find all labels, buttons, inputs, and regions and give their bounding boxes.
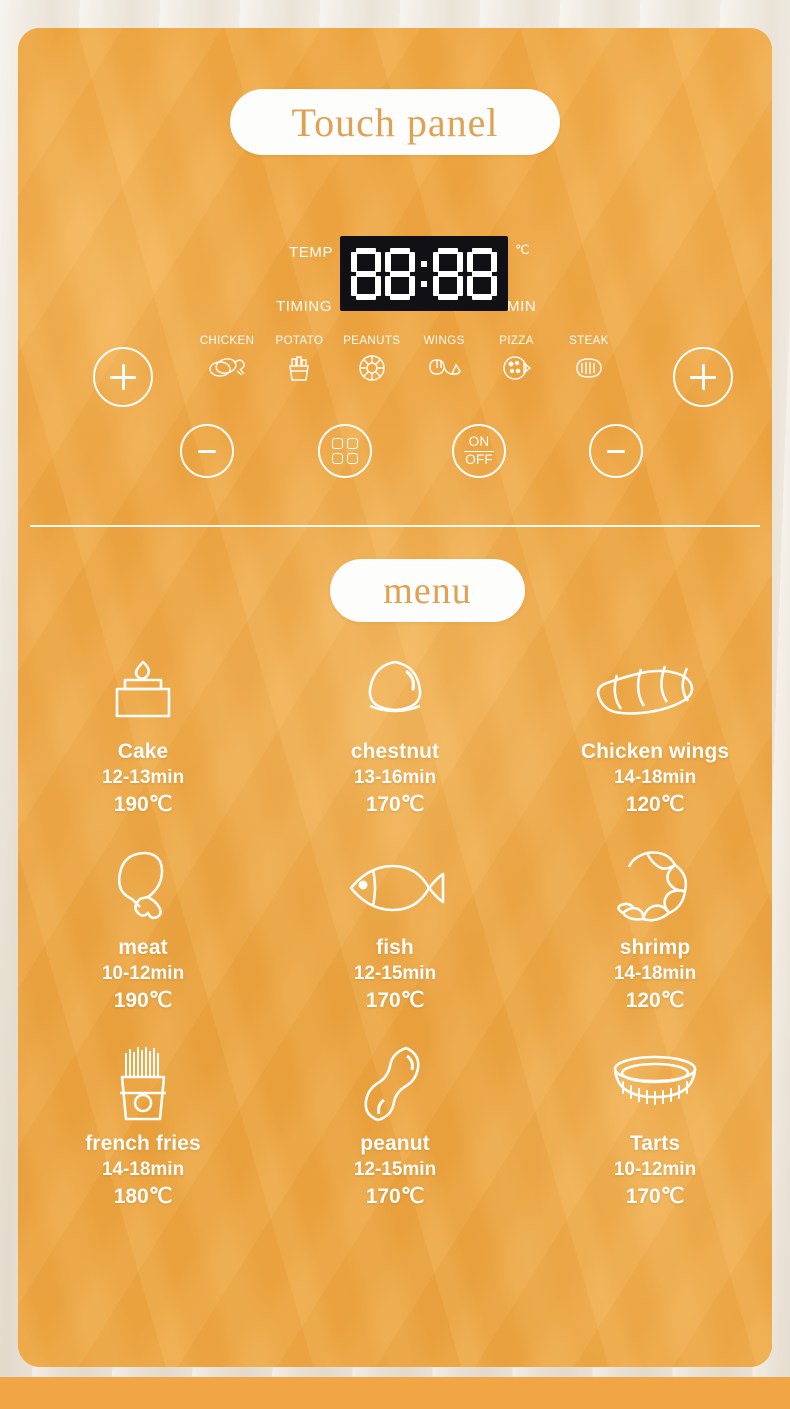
menu-item-meat[interactable]: meat 10-12min 190℃: [20, 844, 266, 1013]
menu-item-temp: 170℃: [365, 1185, 425, 1208]
mode-steak[interactable]: STEAK: [555, 335, 623, 397]
bottom-accent-bar: [0, 1377, 790, 1409]
plus-icon: [690, 364, 716, 390]
time-decrease-button[interactable]: [589, 424, 643, 478]
minus-icon: [603, 438, 629, 464]
pizza-icon: [495, 353, 539, 383]
menu-item-cake[interactable]: Cake 12-13min 190℃: [20, 648, 266, 817]
mode-peanuts[interactable]: PEANUTS: [338, 335, 406, 397]
celsius-unit-label: ℃: [515, 242, 531, 257]
menu-item-shrimp[interactable]: shrimp 14-18min 120℃: [532, 844, 772, 1013]
timing-label: TIMING: [276, 298, 333, 315]
mode-pizza-label: PIZZA: [499, 335, 534, 347]
menu-item-name: shrimp: [619, 936, 691, 959]
menu-item-time: 14-18min: [613, 963, 697, 984]
mode-chicken[interactable]: CHICKEN: [193, 335, 261, 397]
menu-item-fish[interactable]: fish 12-15min 170℃: [272, 844, 518, 1013]
led-colon: [419, 248, 429, 300]
menu-item-name: french fries: [85, 1132, 201, 1155]
peanut-icon: [362, 1040, 428, 1128]
power-icon: ON OFF: [464, 435, 494, 467]
led-digit-2: [385, 247, 415, 300]
mode-peanuts-label: PEANUTS: [343, 335, 401, 347]
cake-icon: [105, 648, 181, 736]
french-fries-icon: [108, 1040, 178, 1128]
power-button[interactable]: ON OFF: [452, 424, 506, 478]
mode-chicken-label: CHICKEN: [199, 335, 255, 347]
menu-item-chestnut[interactable]: chestnut 13-16min 170℃: [272, 648, 518, 817]
section-divider: [30, 525, 760, 527]
menu-item-name: peanut: [360, 1132, 430, 1155]
menu-item-name: fish: [376, 936, 414, 959]
power-off-label: OFF: [465, 452, 493, 468]
mode-icon-row: CHICKEN POTATO PEANUTS WINGS PIZZA STEAK: [193, 335, 623, 397]
minutes-unit-label: MIN: [507, 298, 537, 315]
led-digit-3: [433, 247, 463, 300]
product-card: Touch panel TEMP TIMING ℃ MIN CHICKEN PO…: [18, 28, 772, 1367]
plus-icon: [110, 364, 136, 390]
menu-item-temp: 190℃: [113, 989, 173, 1012]
menu-item-temp: 180℃: [113, 1185, 173, 1208]
menu-item-time: 10-12min: [101, 963, 185, 984]
menu-item-temp: 170℃: [365, 793, 425, 816]
mode-steak-label: STEAK: [569, 335, 609, 347]
led-digit-1: [351, 247, 381, 300]
temp-increase-button[interactable]: [93, 347, 153, 407]
drumstick-icon: [106, 844, 180, 932]
menu-item-temp: 190℃: [113, 793, 173, 816]
temp-decrease-button[interactable]: [180, 424, 234, 478]
menu-item-time: 14-18min: [613, 767, 697, 788]
touch-panel-title: Touch panel: [230, 89, 560, 155]
menu-item-name: meat: [118, 936, 168, 959]
menu-item-peanut[interactable]: peanut 12-15min 170℃: [272, 1040, 518, 1209]
menu-item-name: Tarts: [629, 1132, 681, 1155]
shrimp-icon: [609, 844, 701, 932]
power-on-label: ON: [468, 433, 490, 449]
menu-item-temp: 170℃: [365, 989, 425, 1012]
menu-item-french-fries[interactable]: french fries 14-18min 180℃: [20, 1040, 266, 1209]
chicken-wings-icon: [589, 648, 721, 736]
menu-item-time: 12-15min: [353, 963, 437, 984]
menu-title: menu: [330, 559, 525, 622]
fries-icon: [277, 353, 321, 383]
menu-item-time: 10-12min: [613, 1159, 697, 1180]
temp-label: TEMP: [289, 244, 334, 261]
fish-icon: [343, 844, 447, 932]
menu-grid: Cake 12-13min 190℃ chestnut 13-16min 170…: [26, 648, 764, 1209]
chestnut-icon: [355, 648, 435, 736]
minus-icon: [194, 438, 220, 464]
menu-button[interactable]: [318, 424, 372, 478]
menu-item-tarts[interactable]: Tarts 10-12min 170℃: [532, 1040, 772, 1209]
menu-item-name: chestnut: [350, 740, 440, 763]
menu-item-time: 12-13min: [101, 767, 185, 788]
menu-item-temp: 120℃: [625, 793, 685, 816]
mode-potato[interactable]: POTATO: [265, 335, 333, 397]
menu-item-temp: 120℃: [625, 989, 685, 1012]
time-increase-button[interactable]: [673, 347, 733, 407]
led-display: [340, 236, 508, 311]
menu-item-chicken-wings[interactable]: Chicken wings 14-18min 120℃: [532, 648, 772, 817]
mode-wings-label: WINGS: [423, 335, 465, 347]
menu-item-name: Cake: [117, 740, 169, 763]
mode-wings[interactable]: WINGS: [410, 335, 478, 397]
menu-item-name: Chicken wings: [580, 740, 730, 763]
steak-icon: [567, 353, 611, 383]
menu-item-time: 14-18min: [101, 1159, 185, 1180]
wings-icon: [422, 353, 466, 383]
peanuts-icon: [350, 353, 394, 383]
led-screen: [340, 236, 508, 311]
mode-pizza[interactable]: PIZZA: [483, 335, 551, 397]
mode-potato-label: POTATO: [275, 335, 324, 347]
chicken-icon: [205, 353, 249, 383]
menu-item-temp: 170℃: [625, 1185, 685, 1208]
led-digit-4: [467, 247, 497, 300]
menu-grid-icon: [332, 438, 358, 464]
menu-item-time: 13-16min: [353, 767, 437, 788]
menu-item-time: 12-15min: [353, 1159, 437, 1180]
tart-icon: [607, 1040, 703, 1128]
